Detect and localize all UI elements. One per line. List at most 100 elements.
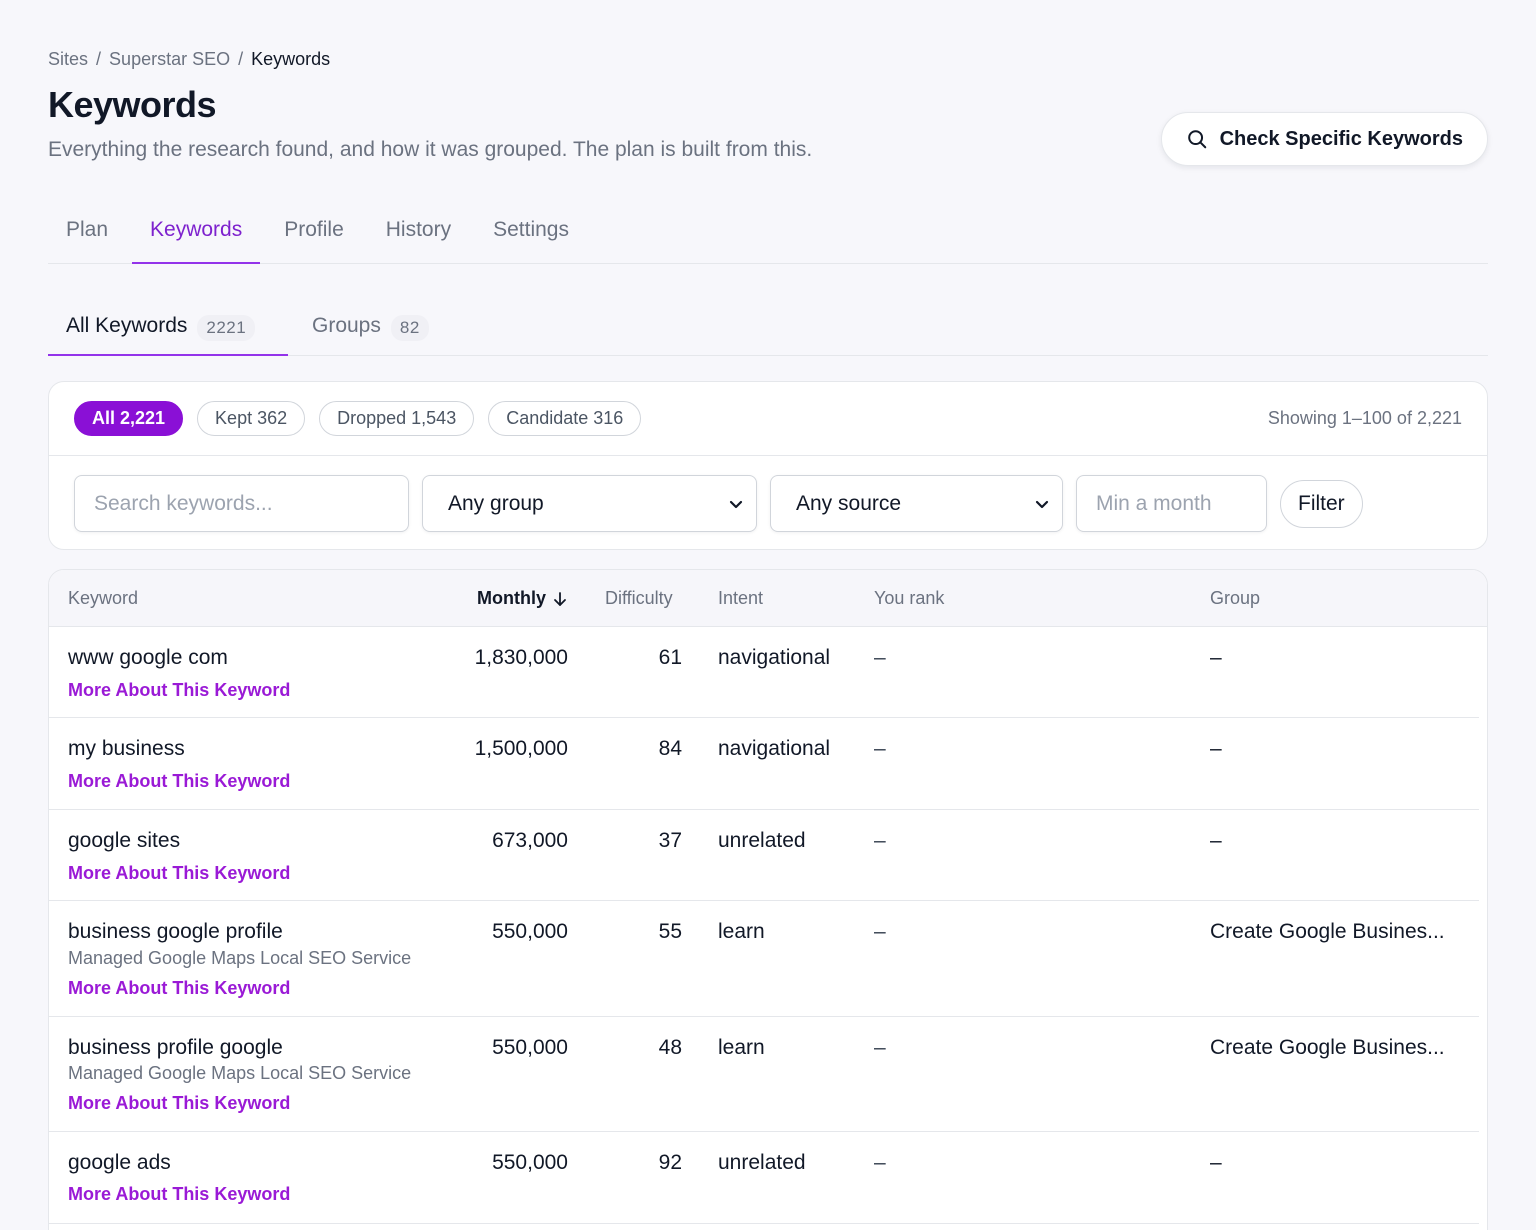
table-row: business profile google Managed Google M… — [49, 1017, 1479, 1132]
sub-tabs: All Keywords 2221 Groups 82 — [48, 300, 1488, 356]
table-header: Keyword Monthly Difficulty Intent You ra… — [49, 570, 1487, 627]
difficulty-cell: 61 — [658, 646, 682, 669]
intent-cell: unrelated — [718, 829, 806, 852]
column-group[interactable]: Group — [1210, 588, 1260, 609]
pill-kept[interactable]: Kept 362 — [197, 401, 306, 436]
breadcrumb: Sites / Superstar SEO / Keywords — [48, 49, 330, 70]
showing-count: Showing 1–100 of 2,221 — [1267, 408, 1462, 428]
pill-dropped[interactable]: Dropped 1,543 — [319, 401, 475, 436]
rank-cell: – — [874, 829, 886, 852]
tab-settings[interactable]: Settings — [475, 200, 587, 264]
rank-cell: – — [874, 646, 886, 669]
more-about-keyword-link[interactable]: More About This Keyword — [68, 1184, 290, 1205]
subtab-groups[interactable]: Groups 82 — [294, 300, 447, 356]
more-about-keyword-link[interactable]: More About This Keyword — [68, 978, 290, 999]
pill-all[interactable]: All 2,221 — [74, 401, 184, 436]
breadcrumb-site[interactable]: Superstar SEO — [109, 49, 230, 70]
difficulty-cell: 92 — [658, 1151, 682, 1174]
intent-cell: learn — [718, 1036, 765, 1059]
column-monthly[interactable]: Monthly — [477, 588, 568, 609]
monthly-cell: 550,000 — [492, 1151, 568, 1174]
group-cell: – — [1210, 646, 1222, 669]
monthly-cell: 550,000 — [492, 1036, 568, 1059]
count-badge: 82 — [390, 315, 429, 341]
keyword-cell: google sites — [68, 829, 181, 852]
keyword-cell: my business — [68, 737, 185, 760]
breadcrumb-sites[interactable]: Sites — [48, 49, 88, 70]
check-specific-keywords-button[interactable]: Check Specific Keywords — [1160, 112, 1488, 166]
filter-controls: Search keywords... Any group Any source … — [49, 456, 1487, 550]
check-button-label: Check Specific Keywords — [1219, 127, 1463, 150]
intent-cell: unrelated — [718, 1151, 806, 1174]
group-cell[interactable]: Create Google Busines... — [1210, 1036, 1445, 1060]
column-rank[interactable]: You rank — [874, 588, 944, 609]
rank-cell: – — [874, 1036, 886, 1059]
filter-card: All 2,221 Kept 362 Dropped 1,543 Candida… — [48, 381, 1488, 550]
table-row: my business More About This Keyword 1,50… — [49, 718, 1479, 810]
keyword-cell: business profile google — [68, 1036, 283, 1059]
monthly-cell: 1,500,000 — [474, 737, 568, 760]
rank-cell: – — [874, 737, 886, 760]
intent-cell: navigational — [718, 646, 831, 669]
more-about-keyword-link[interactable]: More About This Keyword — [68, 1093, 290, 1114]
subtab-all-keywords[interactable]: All Keywords 2221 — [48, 300, 288, 356]
breadcrumb-separator: / — [96, 49, 102, 69]
rank-cell: – — [874, 920, 886, 943]
keywords-table: Keyword Monthly Difficulty Intent You ra… — [48, 569, 1488, 1230]
page-title: Keywords — [48, 84, 217, 125]
table-row: business google profile Managed Google M… — [49, 901, 1479, 1017]
tab-history[interactable]: History — [368, 200, 469, 264]
difficulty-cell: 48 — [658, 1036, 682, 1059]
intent-cell: navigational — [718, 737, 831, 760]
group-select-value: Any group — [448, 491, 544, 515]
group-cell: – — [1210, 1151, 1222, 1174]
monthly-cell: 673,000 — [492, 829, 568, 852]
page-subtitle: Everything the research found, and how i… — [48, 138, 813, 161]
keyword-cell: business google profile — [68, 920, 283, 943]
difficulty-cell: 37 — [658, 829, 682, 852]
column-keyword[interactable]: Keyword — [68, 588, 138, 609]
tab-plan[interactable]: Plan — [48, 200, 126, 264]
breadcrumb-separator: / — [238, 49, 244, 69]
group-select[interactable]: Any group — [422, 475, 757, 532]
rank-cell: – — [874, 1151, 886, 1174]
filter-button[interactable]: Filter — [1280, 480, 1363, 528]
column-intent[interactable]: Intent — [718, 588, 763, 609]
breadcrumb-current: Keywords — [251, 49, 331, 69]
main-tabs: Plan Keywords Profile History Settings — [48, 200, 1488, 264]
source-select[interactable]: Any source — [770, 475, 1063, 532]
more-about-keyword-link[interactable]: More About This Keyword — [68, 863, 290, 884]
tab-profile[interactable]: Profile — [266, 200, 362, 264]
subtab-label: Groups — [312, 314, 381, 337]
monthly-cell: 1,830,000 — [474, 646, 568, 669]
column-difficulty[interactable]: Difficulty — [605, 588, 673, 609]
difficulty-cell: 84 — [658, 737, 682, 760]
keyword-service-label: Managed Google Maps Local SEO Service — [68, 1063, 412, 1083]
tab-keywords[interactable]: Keywords — [132, 200, 261, 264]
chevron-down-icon — [729, 500, 743, 508]
table-row: www google com More About This Keyword 1… — [49, 627, 1479, 718]
column-monthly-label: Monthly — [477, 588, 546, 608]
intent-cell: learn — [718, 920, 765, 943]
status-pills: All 2,221 Kept 362 Dropped 1,543 Candida… — [49, 382, 1487, 456]
search-input[interactable]: Search keywords... — [74, 475, 409, 532]
group-cell: – — [1210, 829, 1222, 852]
keyword-cell: www google com — [68, 646, 228, 669]
pill-candidate[interactable]: Candidate 316 — [488, 401, 642, 436]
difficulty-cell: 55 — [658, 920, 682, 943]
group-cell: – — [1210, 737, 1222, 760]
group-cell[interactable]: Create Google Busines... — [1210, 920, 1445, 944]
monthly-cell: 550,000 — [492, 920, 568, 943]
more-about-keyword-link[interactable]: More About This Keyword — [68, 771, 290, 792]
search-icon — [1187, 130, 1206, 149]
more-about-keyword-link[interactable]: More About This Keyword — [68, 680, 290, 701]
arrow-down-icon — [554, 591, 566, 606]
table-row: google ads More About This Keyword 550,0… — [49, 1132, 1479, 1224]
chevron-down-icon — [1035, 500, 1049, 508]
keyword-cell: google ads — [68, 1151, 171, 1174]
subtab-label: All Keywords — [66, 314, 188, 337]
table-row: google sites More About This Keyword 673… — [49, 810, 1479, 901]
count-badge: 2221 — [197, 315, 256, 341]
min-monthly-input[interactable]: Min a month — [1076, 475, 1267, 532]
source-select-value: Any source — [796, 491, 902, 515]
